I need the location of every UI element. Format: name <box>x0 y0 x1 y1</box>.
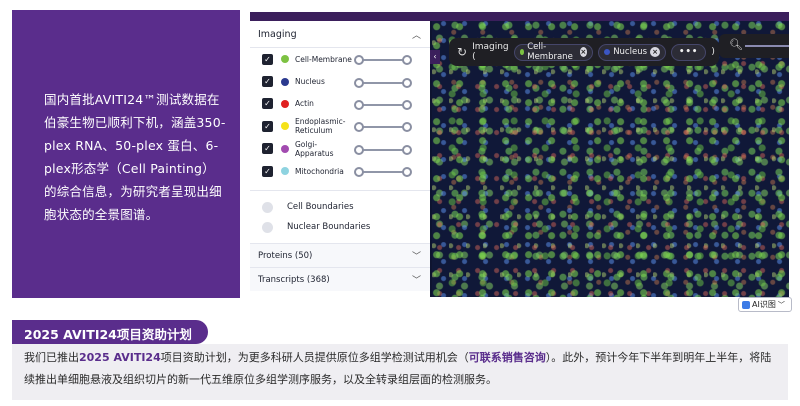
layer-label: Golgi-Apparatus <box>295 139 334 158</box>
more-button[interactable]: ••• <box>671 43 707 61</box>
toggle-cell-boundaries[interactable]: Cell Boundaries <box>250 197 430 217</box>
slider-min-handle[interactable] <box>354 122 364 133</box>
slider-min-handle[interactable] <box>354 144 364 155</box>
zoom-control[interactable]: 🔍︎ <box>719 34 789 58</box>
checkbox[interactable]: ✓ <box>262 53 273 65</box>
funding-body-prefix: 我们已推出 <box>24 351 79 364</box>
funding-body: 我们已推出2025 AVITI24项目资助计划，为更多科研人员提供原位多组学检测… <box>12 344 788 400</box>
proteins-label: Proteins (50) <box>258 250 313 261</box>
close-icon[interactable]: × <box>579 47 588 57</box>
layer-label: Endoplasmic-Reticulum <box>295 117 346 136</box>
layer-color-swatch <box>281 55 289 64</box>
layer-row[interactable]: ✓ Nucleus <box>250 70 430 92</box>
promo-card: 国内首批AVITI24™测试数据在伯豪生物已顺利下机，涵盖350-plex RN… <box>12 10 240 298</box>
imaging-section-header[interactable]: Imaging ︿ <box>250 21 430 48</box>
proteins-section-header[interactable]: Proteins (50) ﹀ <box>250 243 430 268</box>
slider-min-handle[interactable] <box>354 167 364 178</box>
intensity-range-slider[interactable] <box>354 144 412 155</box>
chevron-up-icon[interactable]: ︿ <box>412 28 421 41</box>
checkbox[interactable]: ✓ <box>262 76 273 88</box>
layer-panel: Imaging ︿ ✓ Cell-Membrane ✓ Nucleus ✓ Actin ✓ E… <box>250 21 430 297</box>
funding-body-mid: 项目资助计划，为更多科研人员提供原位多组学检测试用机会（ <box>160 351 469 364</box>
chevron-down-icon[interactable]: ﹀ <box>412 249 421 262</box>
layer-list: ✓ Cell-Membrane ✓ Nucleus ✓ Actin ✓ Endoplasmic… <box>250 48 430 182</box>
imaging-bar-label: Imaging ( <box>472 42 509 62</box>
intensity-range-slider[interactable] <box>354 167 412 178</box>
chip-color-dot <box>604 49 611 55</box>
intensity-range-slider[interactable] <box>354 77 412 88</box>
funding-program-name: 2025 AVITI24 <box>79 351 161 364</box>
slider-min-handle[interactable] <box>354 77 364 88</box>
toggle-switch[interactable] <box>262 201 273 213</box>
slider-max-handle[interactable] <box>402 167 412 178</box>
imaging-bar-closing: ) <box>711 47 715 57</box>
chip-cell-membrane[interactable]: Cell-Membrane × <box>513 42 594 62</box>
funding-title: 2025 AVITI24项目资助计划 <box>12 320 208 344</box>
slider-max-handle[interactable] <box>402 144 412 155</box>
chip-color-dot <box>519 49 525 55</box>
layer-label: Cell-Membrane <box>295 54 352 64</box>
layer-color-swatch <box>281 99 289 108</box>
checkbox[interactable]: ✓ <box>262 98 273 110</box>
slider-min-handle[interactable] <box>354 99 364 110</box>
layer-label: Nucleus <box>295 77 325 87</box>
imaging-chip-bar: ↻ Imaging ( Cell-Membrane × Nucleus × ••… <box>449 38 719 66</box>
toggle-label: Cell Boundaries <box>287 202 354 213</box>
toggle-nuclear-boundaries[interactable]: Nuclear Boundaries <box>250 217 430 237</box>
slider-max-handle[interactable] <box>402 99 412 110</box>
close-icon[interactable]: × <box>650 47 661 57</box>
ai-logo-icon <box>742 300 750 309</box>
chip-label: Nucleus <box>613 47 648 57</box>
layer-color-swatch <box>281 167 289 176</box>
layer-label: Mitochondria <box>295 166 344 176</box>
zoom-slider[interactable] <box>745 45 789 47</box>
viewer-top-strip <box>250 12 789 21</box>
layer-color-swatch <box>281 144 289 153</box>
collapse-panel-button[interactable]: ‹ <box>430 50 440 64</box>
toggle-label: Nuclear Boundaries <box>287 222 371 233</box>
checkbox[interactable]: ✓ <box>262 165 273 177</box>
layer-color-swatch <box>281 122 289 131</box>
chip-nucleus[interactable]: Nucleus × <box>598 43 667 61</box>
layer-row[interactable]: ✓ Actin <box>250 93 430 115</box>
slider-max-handle[interactable] <box>402 55 412 66</box>
layer-row[interactable]: ✓ Cell-Membrane <box>250 48 430 70</box>
transcripts-label: Transcripts (368) <box>258 274 330 285</box>
promo-text: 国内首批AVITI24™测试数据在伯豪生物已顺利下机，涵盖350-plex RN… <box>44 92 226 222</box>
slider-max-handle[interactable] <box>402 77 412 88</box>
transcripts-section-header[interactable]: Transcripts (368) ﹀ <box>250 267 430 292</box>
intensity-range-slider[interactable] <box>354 55 412 66</box>
slider-min-handle[interactable] <box>354 55 364 66</box>
checkbox[interactable]: ✓ <box>262 143 273 155</box>
layer-row[interactable]: ✓ Golgi-Apparatus <box>250 138 430 160</box>
boundary-toggles: Cell Boundaries Nuclear Boundaries <box>250 190 430 237</box>
zoom-icon[interactable]: 🔍︎ <box>729 38 743 51</box>
intensity-range-slider[interactable] <box>354 99 412 110</box>
slider-max-handle[interactable] <box>402 122 412 133</box>
chevron-down-icon[interactable]: ﹀ <box>412 273 421 286</box>
layer-row[interactable]: ✓ Endoplasmic-Reticulum <box>250 115 430 137</box>
chip-label: Cell-Membrane <box>527 42 573 62</box>
ai-image-button[interactable]: AI识图 ﹀ <box>738 297 792 312</box>
layer-color-swatch <box>281 77 289 86</box>
contact-sales-link[interactable]: 可联系销售咨询 <box>469 351 546 364</box>
layer-row[interactable]: ✓ Mitochondria <box>250 160 430 182</box>
checkbox[interactable]: ✓ <box>262 120 273 132</box>
toggle-switch[interactable] <box>262 221 273 233</box>
ai-button-label: AI识图 <box>752 300 776 309</box>
intensity-range-slider[interactable] <box>354 122 412 133</box>
reset-icon[interactable]: ↻ <box>457 45 467 59</box>
imaging-section-title: Imaging <box>258 28 297 40</box>
chevron-down-icon: ﹀ <box>777 300 785 309</box>
spatial-viewer: Imaging ︿ ✓ Cell-Membrane ✓ Nucleus ✓ Actin ✓ E… <box>250 12 789 297</box>
layer-label: Actin <box>295 99 314 109</box>
